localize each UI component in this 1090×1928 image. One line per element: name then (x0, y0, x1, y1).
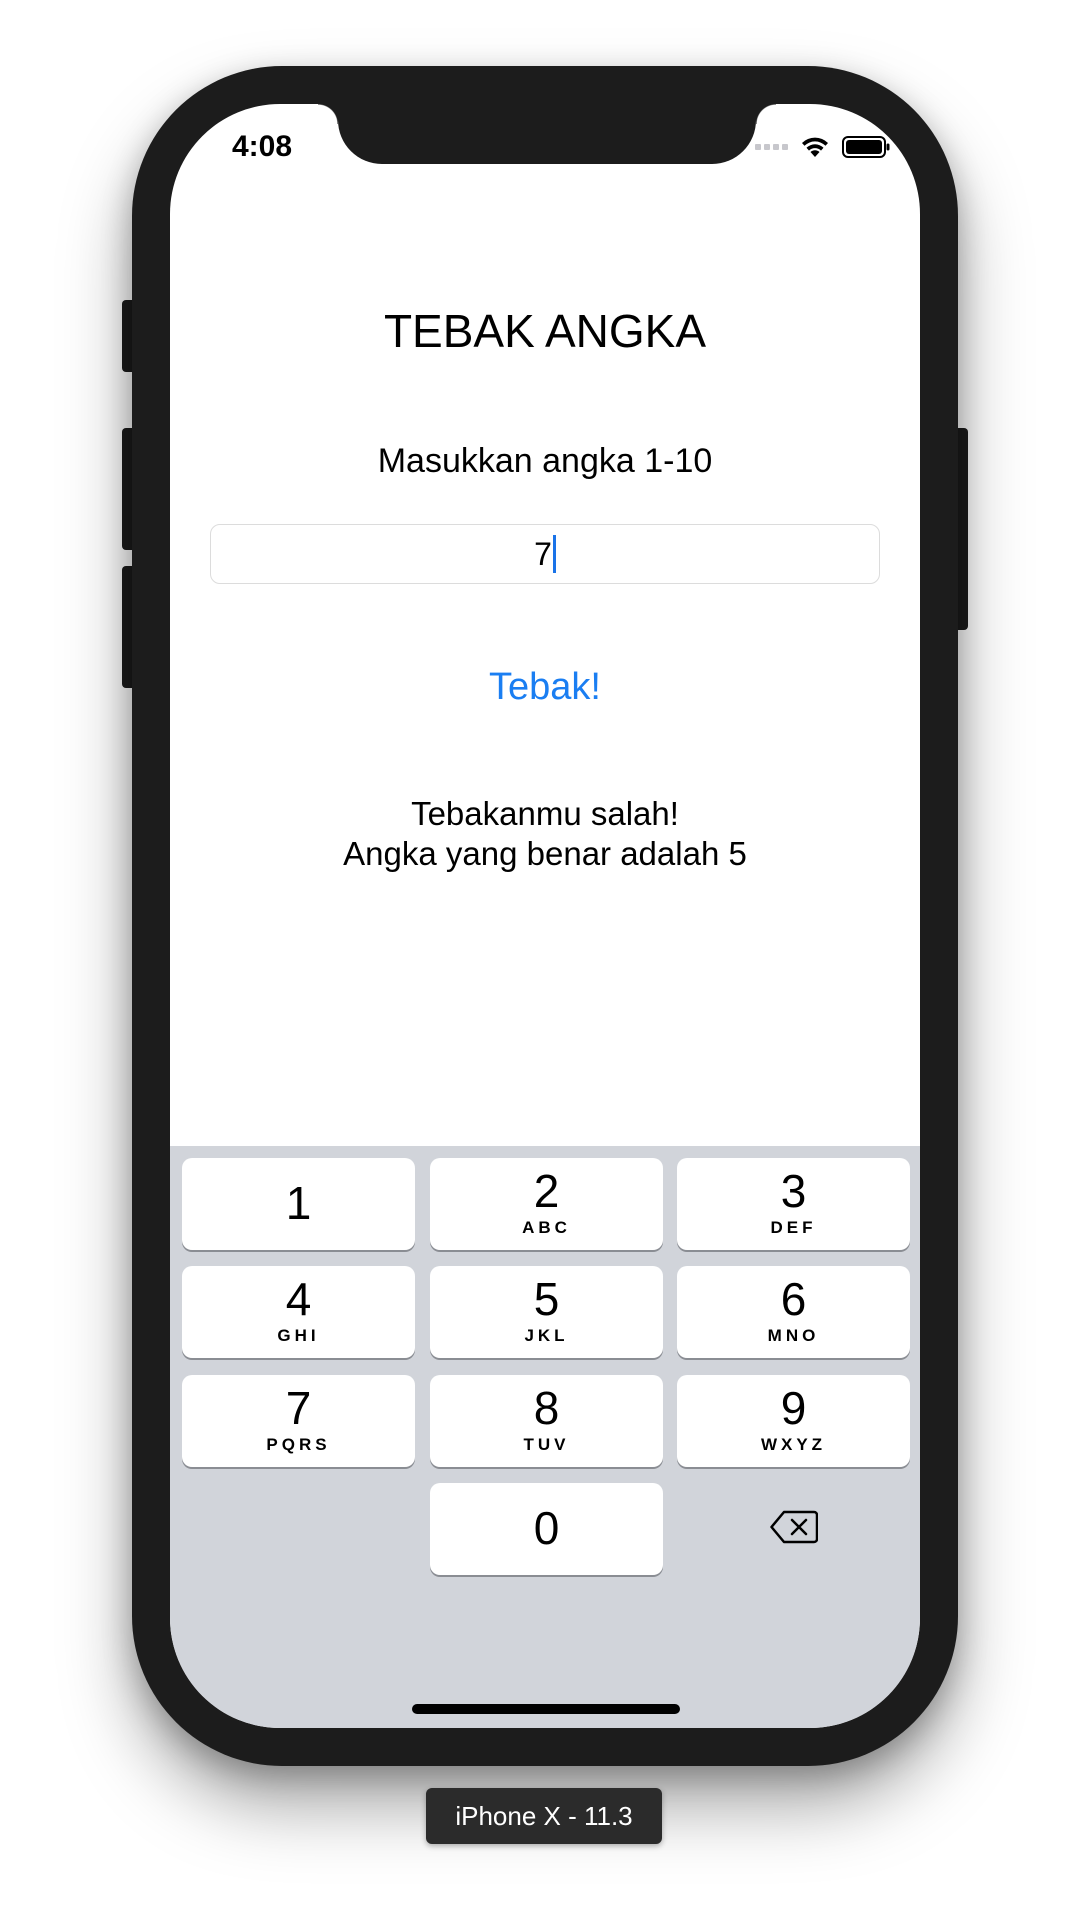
cellular-signal-icon (755, 144, 788, 150)
key-digit: 0 (533, 1502, 560, 1554)
guess-button[interactable]: Tebak! (170, 666, 920, 709)
key-digit: 3 (780, 1165, 807, 1217)
device-label: iPhone X - 11.3 (426, 1788, 662, 1844)
key-digit: 5 (533, 1273, 560, 1325)
delete-backward-icon (769, 1510, 818, 1548)
key-letters: PQRS (266, 1435, 331, 1454)
phone-screen: 4:08 TEBAK ANGKA Masukkan angka 1-10 7 T… (170, 104, 920, 1728)
key-digit: 4 (285, 1273, 312, 1325)
key-5[interactable]: 5 JKL (430, 1266, 663, 1358)
key-digit: 9 (780, 1382, 807, 1434)
key-letters: GHI (277, 1326, 320, 1345)
numeric-keypad: 1 2 ABC 3 DEF 4 GHI 5 JKL 6 MNO 7 PQRS 8… (170, 1146, 920, 1728)
number-input[interactable]: 7 (210, 524, 880, 584)
key-2[interactable]: 2 ABC (430, 1158, 663, 1250)
key-letters: TUV (523, 1435, 570, 1454)
key-3[interactable]: 3 DEF (677, 1158, 910, 1250)
wifi-icon (800, 136, 830, 158)
key-8[interactable]: 8 TUV (430, 1375, 663, 1467)
notch (318, 104, 776, 164)
home-indicator[interactable] (412, 1704, 680, 1714)
key-1[interactable]: 1 (182, 1158, 415, 1250)
battery-icon (842, 136, 890, 158)
result-line-2: Angka yang benar adalah 5 (343, 835, 747, 872)
key-digit: 7 (285, 1382, 312, 1434)
number-input-value: 7 (534, 535, 552, 572)
status-time: 4:08 (232, 130, 293, 163)
key-9[interactable]: 9 WXYZ (677, 1375, 910, 1467)
key-letters: JKL (524, 1326, 569, 1345)
key-0[interactable]: 0 (430, 1483, 663, 1575)
page-title: TEBAK ANGKA (383, 305, 707, 357)
key-digit: 1 (285, 1177, 312, 1229)
key-letters: MNO (767, 1326, 820, 1345)
key-6[interactable]: 6 MNO (677, 1266, 910, 1358)
key-letters: DEF (770, 1218, 817, 1237)
key-digit: 6 (780, 1273, 807, 1325)
status-icons (755, 136, 890, 158)
instruction-label: Masukkan angka 1-10 (377, 442, 713, 480)
backspace-key[interactable] (677, 1483, 910, 1575)
key-letters: WXYZ (760, 1435, 827, 1454)
result-message: Tebakanmu salah! Angka yang benar adalah… (170, 794, 920, 874)
text-cursor (552, 535, 556, 573)
key-4[interactable]: 4 GHI (182, 1266, 415, 1358)
key-7[interactable]: 7 PQRS (182, 1375, 415, 1467)
key-letters: ABC (522, 1218, 571, 1237)
key-digit: 8 (533, 1382, 560, 1434)
result-line-1: Tebakanmu salah! (411, 795, 679, 832)
key-digit: 2 (533, 1165, 560, 1217)
